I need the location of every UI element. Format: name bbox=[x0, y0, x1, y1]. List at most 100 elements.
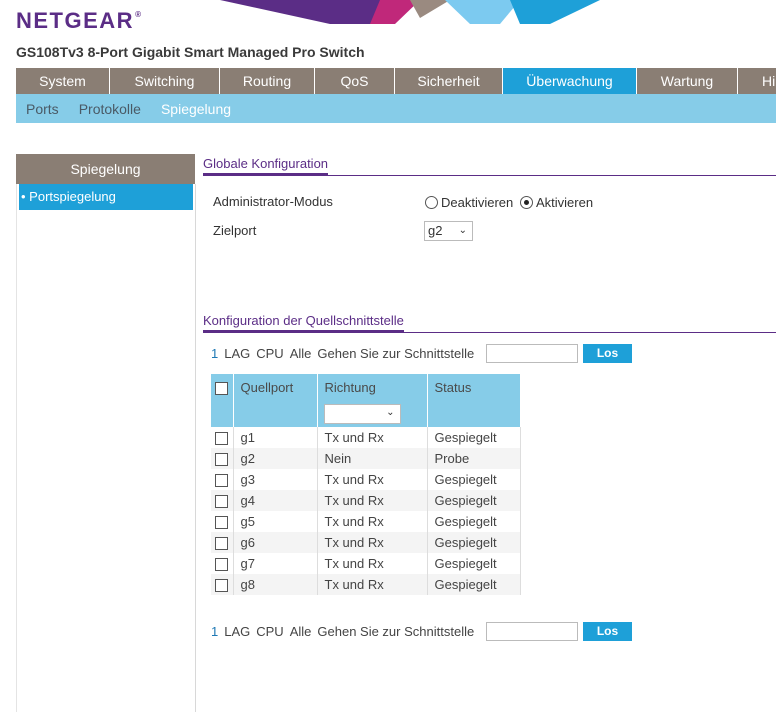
select-all-cell bbox=[211, 374, 234, 401]
nav-tab-ueberwachung[interactable]: Überwachung bbox=[503, 68, 637, 94]
cell-status: Gespiegelt bbox=[427, 553, 521, 574]
cell-status: Gespiegelt bbox=[427, 427, 521, 448]
table-row[interactable]: g8 Tx und Rx Gespiegelt bbox=[211, 574, 521, 595]
cell-port: g1 bbox=[233, 427, 318, 448]
column-header-richtung: Richtung bbox=[317, 374, 428, 401]
radio-deaktivieren[interactable]: Deaktivieren bbox=[425, 195, 513, 210]
nav-tab-qos[interactable]: QoS bbox=[315, 68, 395, 94]
cell-status: Gespiegelt bbox=[427, 574, 521, 595]
source-config-title: Konfiguration der Quellschnittstelle bbox=[203, 313, 404, 332]
nav-tab-routing[interactable]: Routing bbox=[220, 68, 315, 94]
select-all-checkbox[interactable] bbox=[215, 382, 228, 396]
goto-interface-input[interactable] bbox=[486, 622, 578, 641]
goto-interface-label: Gehen Sie zur Schnittstelle bbox=[317, 346, 475, 361]
section-divider bbox=[203, 332, 776, 333]
cell-status: Gespiegelt bbox=[427, 511, 521, 532]
table-row[interactable]: g6 Tx und Rx Gespiegelt bbox=[211, 532, 521, 553]
column-header-status: Status bbox=[427, 374, 521, 401]
row-checkbox[interactable] bbox=[215, 516, 228, 530]
row-checkbox[interactable] bbox=[215, 432, 228, 446]
chevron-down-icon: ⌄ bbox=[386, 407, 395, 418]
table-row[interactable]: g1 Tx und Rx Gespiegelt bbox=[211, 427, 521, 448]
radio-deaktivieren-label: Deaktivieren bbox=[441, 195, 514, 210]
sidebar-item-portspiegelung[interactable]: • Portspiegelung bbox=[19, 184, 193, 210]
table-row[interactable]: g4 Tx und Rx Gespiegelt bbox=[211, 490, 521, 511]
global-config-title: Globale Konfiguration bbox=[203, 156, 329, 175]
table-row[interactable]: g3 Tx und Rx Gespiegelt bbox=[211, 469, 521, 490]
row-checkbox[interactable] bbox=[215, 474, 228, 488]
interface-filter-top: 1 LAG CPU Alle Gehen Sie zur Schnittstel… bbox=[211, 346, 480, 361]
table-filter-row: ⌄ bbox=[211, 401, 521, 427]
header-banner-graphic bbox=[220, 0, 600, 24]
cell-direction: Tx und Rx bbox=[317, 532, 428, 553]
cell-port: g4 bbox=[233, 490, 318, 511]
product-title: GS108Tv3 8-Port Gigabit Smart Managed Pr… bbox=[16, 44, 365, 60]
cell-status: Gespiegelt bbox=[427, 490, 521, 511]
subnav-ports[interactable]: Ports bbox=[26, 101, 59, 117]
cell-direction: Tx und Rx bbox=[317, 511, 428, 532]
cell-direction: Tx und Rx bbox=[317, 469, 428, 490]
dest-port-value: g2 bbox=[428, 223, 443, 238]
sidebar-border-left bbox=[16, 184, 17, 712]
table-row[interactable]: g7 Tx und Rx Gespiegelt bbox=[211, 553, 521, 574]
section-divider bbox=[203, 175, 776, 176]
table-row[interactable]: g5 Tx und Rx Gespiegelt bbox=[211, 511, 521, 532]
cell-port: g6 bbox=[233, 532, 318, 553]
cell-port: g5 bbox=[233, 511, 318, 532]
nav-tab-wartung[interactable]: Wartung bbox=[637, 68, 738, 94]
cell-port: g7 bbox=[233, 553, 318, 574]
table-row[interactable]: g2 Nein Probe bbox=[211, 448, 521, 469]
row-checkbox[interactable] bbox=[215, 453, 228, 467]
main-nav: System Switching Routing QoS Sicherheit … bbox=[16, 68, 776, 94]
cell-direction: Tx und Rx bbox=[317, 490, 428, 511]
cell-direction: Nein bbox=[317, 448, 428, 469]
dest-port-select[interactable]: g2 ⌄ bbox=[424, 221, 473, 241]
nav-tab-system[interactable]: System bbox=[16, 68, 110, 94]
radio-aktivieren[interactable]: Aktivieren bbox=[520, 195, 593, 210]
radio-deaktivieren-dot[interactable] bbox=[425, 196, 438, 209]
cell-port: g2 bbox=[233, 448, 318, 469]
dest-port-label: Zielport bbox=[213, 223, 257, 238]
interface-filter-bottom: 1 LAG CPU Alle Gehen Sie zur Schnittstel… bbox=[211, 624, 480, 639]
filter-cpu[interactable]: CPU bbox=[256, 624, 283, 639]
row-checkbox[interactable] bbox=[215, 558, 228, 572]
direction-filter-select[interactable]: ⌄ bbox=[323, 404, 401, 424]
cell-status: Probe bbox=[427, 448, 521, 469]
admin-mode-label: Administrator-Modus bbox=[213, 194, 333, 209]
column-header-quellport: Quellport bbox=[233, 374, 318, 401]
filter-cpu[interactable]: CPU bbox=[256, 346, 283, 361]
filter-port-1[interactable]: 1 bbox=[211, 346, 218, 361]
radio-aktivieren-dot[interactable] bbox=[520, 196, 533, 209]
radio-aktivieren-label: Aktivieren bbox=[536, 195, 594, 210]
sidebar-title: Spiegelung bbox=[16, 154, 195, 184]
filter-lag[interactable]: LAG bbox=[224, 624, 250, 639]
nav-tab-sicherheit[interactable]: Sicherheit bbox=[395, 68, 503, 94]
nav-tab-hilfe[interactable]: Hi bbox=[738, 68, 776, 94]
cell-direction: Tx und Rx bbox=[317, 553, 428, 574]
netgear-logo: NETGEAR® bbox=[16, 8, 143, 33]
sub-nav: Ports Protokolle Spiegelung bbox=[16, 94, 776, 123]
cell-direction: Tx und Rx bbox=[317, 427, 428, 448]
filter-alle[interactable]: Alle bbox=[290, 346, 312, 361]
row-checkbox[interactable] bbox=[215, 579, 228, 593]
cell-port: g3 bbox=[233, 469, 318, 490]
row-checkbox[interactable] bbox=[215, 537, 228, 551]
subnav-protokolle[interactable]: Protokolle bbox=[79, 101, 141, 117]
filter-alle[interactable]: Alle bbox=[290, 624, 312, 639]
sidebar-border-right bbox=[195, 184, 196, 712]
row-checkbox[interactable] bbox=[215, 495, 228, 509]
cell-port: g8 bbox=[233, 574, 318, 595]
goto-button[interactable]: Los bbox=[583, 344, 632, 363]
nav-tab-switching[interactable]: Switching bbox=[110, 68, 220, 94]
cell-status: Gespiegelt bbox=[427, 532, 521, 553]
goto-button[interactable]: Los bbox=[583, 622, 632, 641]
cell-direction: Tx und Rx bbox=[317, 574, 428, 595]
source-port-table: Quellport Richtung Status ⌄ g1 Tx und Rx… bbox=[211, 374, 521, 595]
subnav-spiegelung[interactable]: Spiegelung bbox=[161, 101, 231, 117]
goto-interface-input[interactable] bbox=[486, 344, 578, 363]
filter-lag[interactable]: LAG bbox=[224, 346, 250, 361]
chevron-down-icon: ⌄ bbox=[458, 225, 467, 236]
goto-interface-label: Gehen Sie zur Schnittstelle bbox=[317, 624, 475, 639]
cell-status: Gespiegelt bbox=[427, 469, 521, 490]
filter-port-1[interactable]: 1 bbox=[211, 624, 218, 639]
